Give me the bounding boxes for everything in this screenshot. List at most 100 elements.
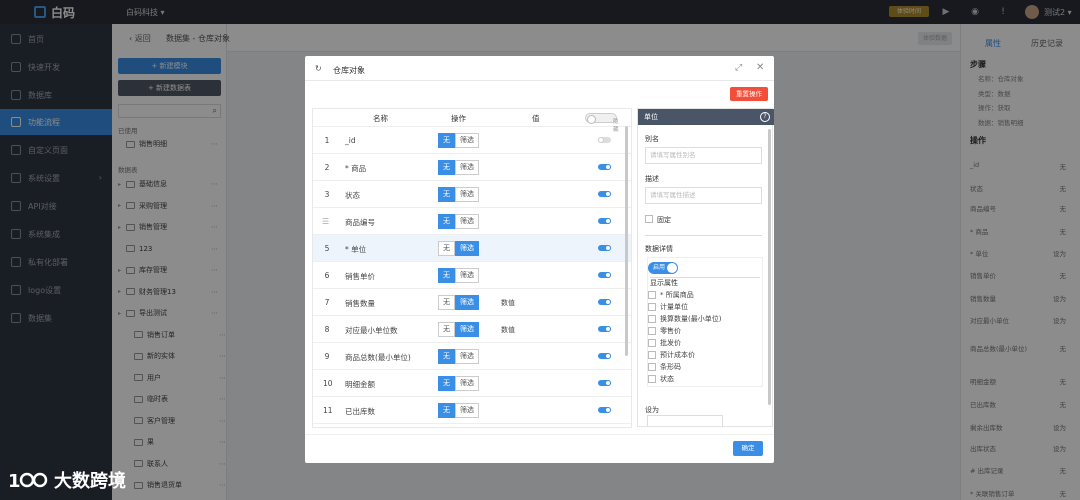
- row-number: 8: [324, 325, 330, 334]
- alias-input[interactable]: 请填写属性别名: [645, 147, 762, 164]
- op-group: 无筛选: [438, 403, 479, 418]
- row-toggle[interactable]: [598, 137, 611, 143]
- field-name: 已出库数: [345, 407, 375, 416]
- op-filter-button[interactable]: 筛选: [455, 349, 479, 364]
- op-filter-button[interactable]: 筛选: [455, 133, 479, 148]
- checkbox[interactable]: [648, 362, 656, 371]
- op-filter-button[interactable]: 筛选: [455, 241, 479, 256]
- desc-input[interactable]: 请填写属性描述: [645, 187, 762, 204]
- field-name: 销售数量: [345, 299, 375, 308]
- table-row[interactable]: 11 已出库数 无筛选: [313, 397, 631, 424]
- attr-checkbox-item[interactable]: 预计成本价: [648, 349, 695, 360]
- alias-label: 别名: [645, 135, 659, 143]
- row-toggle[interactable]: [598, 353, 611, 359]
- attr-checkbox-item[interactable]: 计量单位: [648, 301, 688, 312]
- table-row[interactable]: 6 销售单价 无筛选: [313, 262, 631, 289]
- op-none-button[interactable]: 无: [438, 268, 455, 283]
- op-none-button[interactable]: 无: [438, 133, 455, 148]
- table-row[interactable]: 9 商品总数(最小单位) 无筛选: [313, 343, 631, 370]
- op-group: 无筛选: [438, 349, 479, 364]
- refresh-icon[interactable]: ↻: [315, 64, 322, 73]
- col-name: 名称: [373, 114, 388, 123]
- attr-checkbox-item[interactable]: 条形码: [648, 361, 681, 372]
- row-toggle[interactable]: [598, 191, 611, 197]
- row-toggle[interactable]: [598, 299, 611, 305]
- table-row[interactable]: 1 _id 无筛选: [313, 127, 631, 154]
- attr-label: 预计成本价: [660, 350, 695, 359]
- checkbox[interactable]: [648, 338, 656, 347]
- field-name: * 单位: [345, 245, 367, 254]
- checkbox[interactable]: [648, 302, 656, 311]
- table-row[interactable]: 3 状态 无筛选: [313, 181, 631, 208]
- row-number: 1: [324, 136, 330, 145]
- row-number: 7: [324, 298, 330, 307]
- col-val: 值: [532, 114, 540, 123]
- table-row[interactable]: 7 销售数量 无筛选 数值: [313, 289, 631, 316]
- op-filter-button[interactable]: 筛选: [455, 187, 479, 202]
- op-group: 无筛选: [438, 160, 479, 175]
- op-group: 无筛选: [438, 133, 479, 148]
- row-toggle[interactable]: [598, 380, 611, 386]
- op-none-button[interactable]: 无: [438, 160, 455, 175]
- row-toggle[interactable]: [598, 407, 611, 413]
- attr-label: 条形码: [660, 362, 681, 371]
- row-number: 9: [324, 352, 330, 361]
- show-attrs-label: 显示属性: [650, 279, 678, 287]
- row-toggle[interactable]: [598, 218, 611, 224]
- op-filter-button[interactable]: 筛选: [455, 403, 479, 418]
- op-none-button[interactable]: 无: [438, 214, 455, 229]
- set-options[interactable]: [647, 415, 723, 427]
- row-toggle[interactable]: [598, 326, 611, 332]
- table-scrollbar[interactable]: [625, 126, 628, 356]
- reset-button[interactable]: 重置操作: [730, 87, 768, 101]
- op-none-button[interactable]: 无: [438, 187, 455, 202]
- table-row[interactable]: 2 * 商品 无筛选: [313, 154, 631, 181]
- attr-checkbox-item[interactable]: * 所属商品: [648, 289, 694, 300]
- row-number: 11: [323, 406, 333, 415]
- op-filter-button[interactable]: 筛选: [455, 160, 479, 175]
- enable-toggle[interactable]: 启用: [648, 262, 678, 274]
- op-filter-button[interactable]: 筛选: [455, 376, 479, 391]
- attr-checkbox-item[interactable]: 换算数量(最小单位): [648, 313, 721, 324]
- op-filter-button[interactable]: 筛选: [455, 295, 479, 310]
- divider: [645, 235, 762, 236]
- expand-icon[interactable]: ⤢: [735, 63, 742, 73]
- op-none-button[interactable]: 无: [438, 322, 455, 337]
- row-toggle[interactable]: [598, 164, 611, 170]
- checkbox[interactable]: [648, 374, 656, 383]
- op-none-button[interactable]: 无: [438, 349, 455, 364]
- prop-scrollbar[interactable]: [768, 129, 771, 405]
- close-icon[interactable]: ✕: [756, 62, 764, 73]
- op-filter-button[interactable]: 筛选: [455, 322, 479, 337]
- checkbox[interactable]: [648, 326, 656, 335]
- field-name: 商品总数(最小单位): [345, 353, 411, 362]
- drag-handle-icon[interactable]: ☰: [322, 217, 329, 226]
- hide-toggle[interactable]: 隐藏: [585, 113, 619, 133]
- op-none-button[interactable]: 无: [438, 241, 455, 256]
- op-filter-button[interactable]: 筛选: [455, 214, 479, 229]
- op-group: 无筛选: [438, 295, 479, 310]
- table-row[interactable]: ☰ 商品编号 无筛选: [313, 208, 631, 235]
- attr-checkbox-item[interactable]: 批发价: [648, 337, 681, 348]
- row-toggle[interactable]: [598, 272, 611, 278]
- attr-checkbox-item[interactable]: 状态: [648, 373, 674, 384]
- op-none-button[interactable]: 无: [438, 376, 455, 391]
- op-none-button[interactable]: 无: [438, 403, 455, 418]
- row-toggle[interactable]: [598, 245, 611, 251]
- op-filter-button[interactable]: 筛选: [455, 268, 479, 283]
- table-row[interactable]: 8 对应最小单位数 无筛选 数值: [313, 316, 631, 343]
- attr-checkbox-item[interactable]: 零售价: [648, 325, 681, 336]
- table-row[interactable]: 10 明细金额 无筛选: [313, 370, 631, 397]
- checkbox[interactable]: [648, 290, 656, 299]
- row-number: 5: [324, 244, 330, 253]
- confirm-button[interactable]: 确定: [733, 441, 763, 456]
- table-row[interactable]: 5 * 单位 无筛选: [313, 235, 631, 262]
- op-none-button[interactable]: 无: [438, 295, 455, 310]
- field-name: 商品编号: [345, 218, 375, 227]
- checkbox[interactable]: [648, 314, 656, 323]
- checkbox[interactable]: [648, 350, 656, 359]
- fixed-checkbox[interactable]: [645, 215, 653, 223]
- col-op: 操作: [451, 114, 466, 123]
- help-icon[interactable]: ?: [760, 112, 770, 122]
- fixed-label: 固定: [657, 216, 671, 224]
